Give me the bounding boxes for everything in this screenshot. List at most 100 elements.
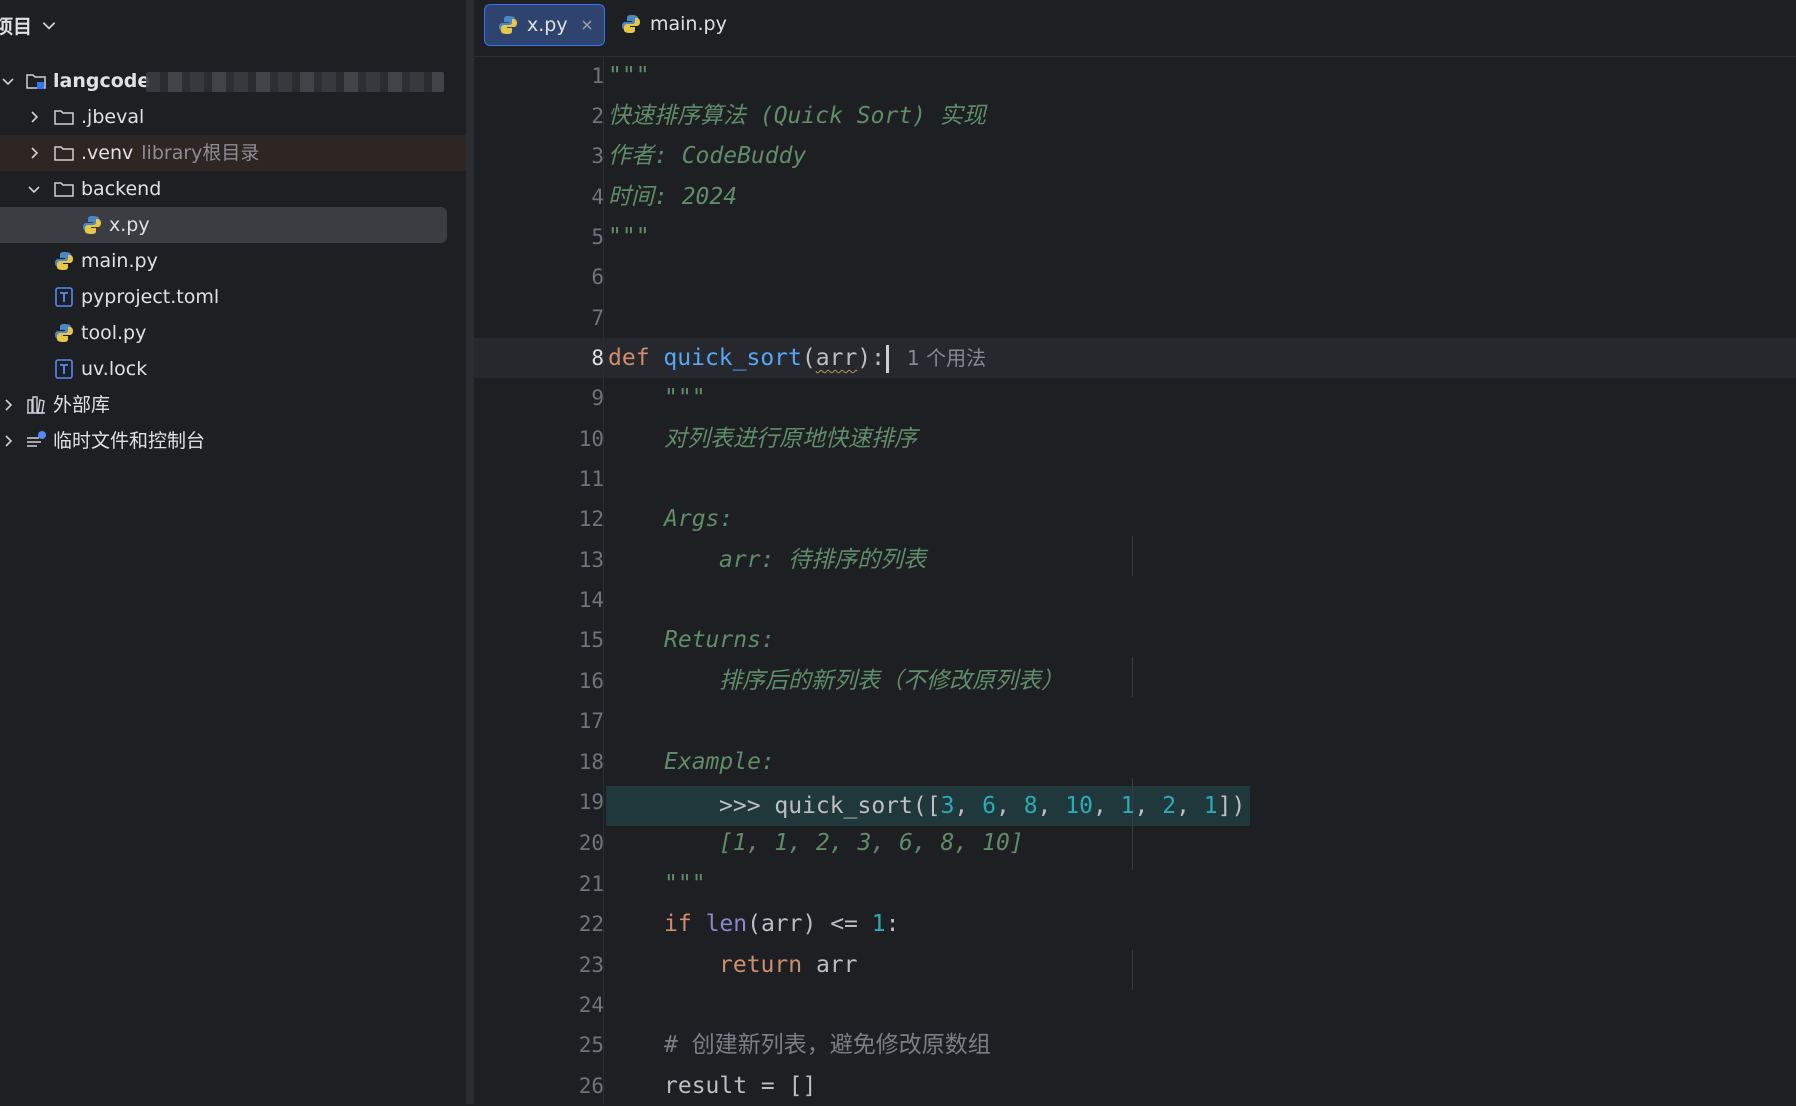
line-number[interactable]: 18 — [524, 742, 604, 782]
number-literal: 1 — [871, 911, 886, 937]
tree-item-label: uv.lock — [81, 358, 148, 380]
tree-item-pyproject-toml[interactable]: pyproject.toml — [0, 279, 466, 315]
line-number[interactable]: 6 — [524, 257, 604, 297]
line-number[interactable]: 17 — [524, 701, 604, 741]
project-tool-window: 项目 langcode .jbeval .venv library根目录 back… — [0, 0, 466, 1104]
number-literal: 3 — [940, 793, 955, 819]
tree-item-jbeval[interactable]: .jbeval — [0, 99, 466, 135]
code-line-21: """ — [664, 871, 706, 897]
close-icon[interactable] — [580, 18, 594, 32]
folder-icon — [54, 182, 74, 197]
code-line-2: 快速排序算法 (Quick Sort) 实现 — [608, 103, 986, 129]
scratch-icon — [27, 431, 46, 447]
line-number[interactable]: 11 — [524, 459, 604, 499]
line-number[interactable]: 21 — [524, 864, 604, 904]
line-number[interactable]: 5 — [524, 217, 604, 257]
tree-item-label: 外部库 — [53, 394, 111, 416]
line-number[interactable]: 8 — [524, 338, 604, 378]
keyword-if: if — [664, 911, 692, 937]
code-line-4: 时间: 2024 — [608, 184, 738, 210]
chevron-right-icon[interactable] — [26, 145, 42, 161]
doctest-prompt: >>> quick_sort([ — [719, 793, 941, 819]
line-number[interactable]: 19 — [524, 782, 604, 822]
code-line-19: >>> quick_sort([3, 6, 8, 10, 1, 2, 1]) — [719, 786, 1245, 826]
python-file-icon — [622, 15, 640, 33]
indent-guide — [1132, 950, 1133, 990]
line-number[interactable]: 20 — [524, 823, 604, 863]
line-number[interactable]: 15 — [524, 620, 604, 660]
tool-window-splitter[interactable] — [466, 0, 474, 1104]
code-line-18: Example: — [664, 749, 775, 775]
code-line-23: return arr — [719, 945, 857, 985]
separator: , — [995, 793, 1024, 819]
chevron-right-icon[interactable] — [0, 433, 16, 449]
line-number[interactable]: 9 — [524, 378, 604, 418]
separator: , — [1092, 793, 1121, 819]
expr-text: arr — [802, 952, 858, 978]
chevron-down-icon[interactable] — [0, 73, 16, 89]
line-number[interactable]: 14 — [524, 580, 604, 620]
line-number[interactable]: 7 — [524, 298, 604, 338]
chevron-right-icon[interactable] — [0, 397, 16, 413]
line-number-gutter[interactable]: 1 2 3 4 5 6 7 8 9 10 11 12 13 14 15 16 17 18 19 20 21 22 23 24 2… — [474, 56, 604, 1104]
project-view-header[interactable]: 项目 — [0, 0, 58, 50]
line-number[interactable]: 22 — [524, 904, 604, 944]
line-number[interactable]: 13 — [524, 540, 604, 580]
tab-main-py[interactable]: main.py — [608, 4, 727, 44]
line-number[interactable]: 1 — [524, 56, 604, 96]
line-number[interactable]: 16 — [524, 661, 604, 701]
folder-icon — [54, 110, 74, 125]
code-line-10: 对列表进行原地快速排序 — [664, 426, 917, 452]
tree-item-uv-lock[interactable]: uv.lock — [0, 351, 466, 387]
tree-item-main-py[interactable]: main.py — [0, 243, 466, 279]
code-line-3: 作者: CodeBuddy — [608, 143, 807, 169]
tree-item-tool-py[interactable]: tool.py — [0, 315, 466, 351]
line-number[interactable]: 3 — [524, 136, 604, 176]
bracket-close: ]) — [1217, 793, 1246, 819]
number-literal: 10 — [1065, 793, 1093, 819]
code-text-area[interactable]: """ 快速排序算法 (Quick Sort) 实现 作者: CodeBuddy… — [606, 56, 1796, 1104]
code-line-8: def quick_sort(arr): 1 个用法 — [608, 338, 986, 378]
line-number[interactable]: 23 — [524, 945, 604, 985]
code-line-12: Args: — [664, 506, 734, 532]
tree-item-x-py[interactable]: x.py — [0, 207, 447, 243]
python-file-icon — [55, 324, 73, 342]
line-number[interactable]: 25 — [524, 1025, 604, 1065]
tree-item-external-libraries[interactable]: 外部库 — [0, 387, 466, 423]
keyword-def: def — [608, 345, 650, 371]
expr-text: (arr) <= — [747, 911, 872, 937]
chevron-right-icon[interactable] — [26, 109, 42, 125]
tab-x-py[interactable]: x.py — [484, 4, 605, 46]
folder-icon — [54, 146, 74, 161]
line-number[interactable]: 12 — [524, 499, 604, 539]
tree-item-label-group: .venv library根目录 — [81, 141, 259, 165]
tree-item-label: 临时文件和控制台 — [53, 430, 206, 452]
library-root-hint: library根目录 — [141, 142, 260, 164]
code-line-16: 排序后的新列表（不修改原列表） — [719, 668, 1064, 694]
indent-guide — [1132, 536, 1133, 576]
tab-label: x.py — [527, 14, 568, 36]
number-literal: 6 — [982, 793, 996, 819]
line-number[interactable]: 26 — [524, 1066, 604, 1106]
usages-inlay-hint[interactable]: 1 个用法 — [907, 346, 986, 370]
paren-open: ( — [801, 345, 816, 371]
line-number[interactable]: 24 — [524, 985, 604, 1025]
separator: , — [1037, 793, 1066, 819]
chevron-down-icon[interactable] — [26, 181, 42, 197]
tree-item-scratches-and-consoles[interactable]: 临时文件和控制台 — [0, 423, 466, 459]
tree-item-label: main.py — [81, 250, 158, 272]
code-line-26: result = [] — [664, 1073, 817, 1099]
editor-area: x.py main.py 1 2 3 4 5 6 7 8 9 10 11 12 13 14 15 16 17 18… — [474, 0, 1796, 1104]
code-line-20: [1, 1, 2, 3, 6, 8, 10] — [719, 830, 1024, 856]
line-number[interactable]: 4 — [524, 177, 604, 217]
tree-item-backend[interactable]: backend — [0, 171, 466, 207]
line-number[interactable]: 10 — [524, 419, 604, 459]
code-line-25: # 创建新列表，避免修改原数组 — [664, 1032, 991, 1058]
line-number[interactable]: 2 — [524, 96, 604, 136]
number-literal: 8 — [1023, 793, 1038, 819]
separator: , — [1134, 793, 1163, 819]
tree-item-venv[interactable]: .venv library根目录 — [0, 135, 466, 171]
chevron-down-icon[interactable] — [40, 16, 58, 34]
tab-label: main.py — [650, 13, 727, 35]
number-literal: 2 — [1162, 793, 1177, 819]
